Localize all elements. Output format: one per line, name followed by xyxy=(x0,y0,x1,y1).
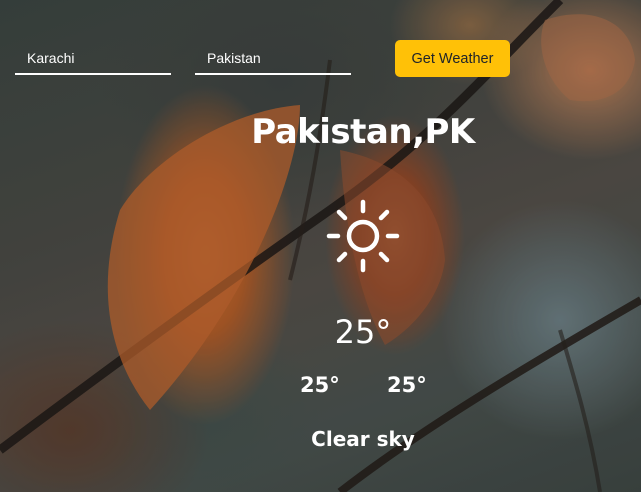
city-input[interactable] xyxy=(15,42,171,73)
weather-description: Clear sky xyxy=(311,427,415,451)
max-temperature: 25° xyxy=(387,373,427,397)
location-title: Pakistan,PK xyxy=(251,112,475,152)
city-field xyxy=(15,42,171,75)
sun-icon xyxy=(325,198,401,274)
country-field xyxy=(195,42,351,75)
country-input[interactable] xyxy=(195,42,351,73)
current-temperature: 25° xyxy=(334,313,392,351)
min-temperature: 25° xyxy=(300,373,340,397)
get-weather-button[interactable]: Get Weather xyxy=(395,40,510,77)
